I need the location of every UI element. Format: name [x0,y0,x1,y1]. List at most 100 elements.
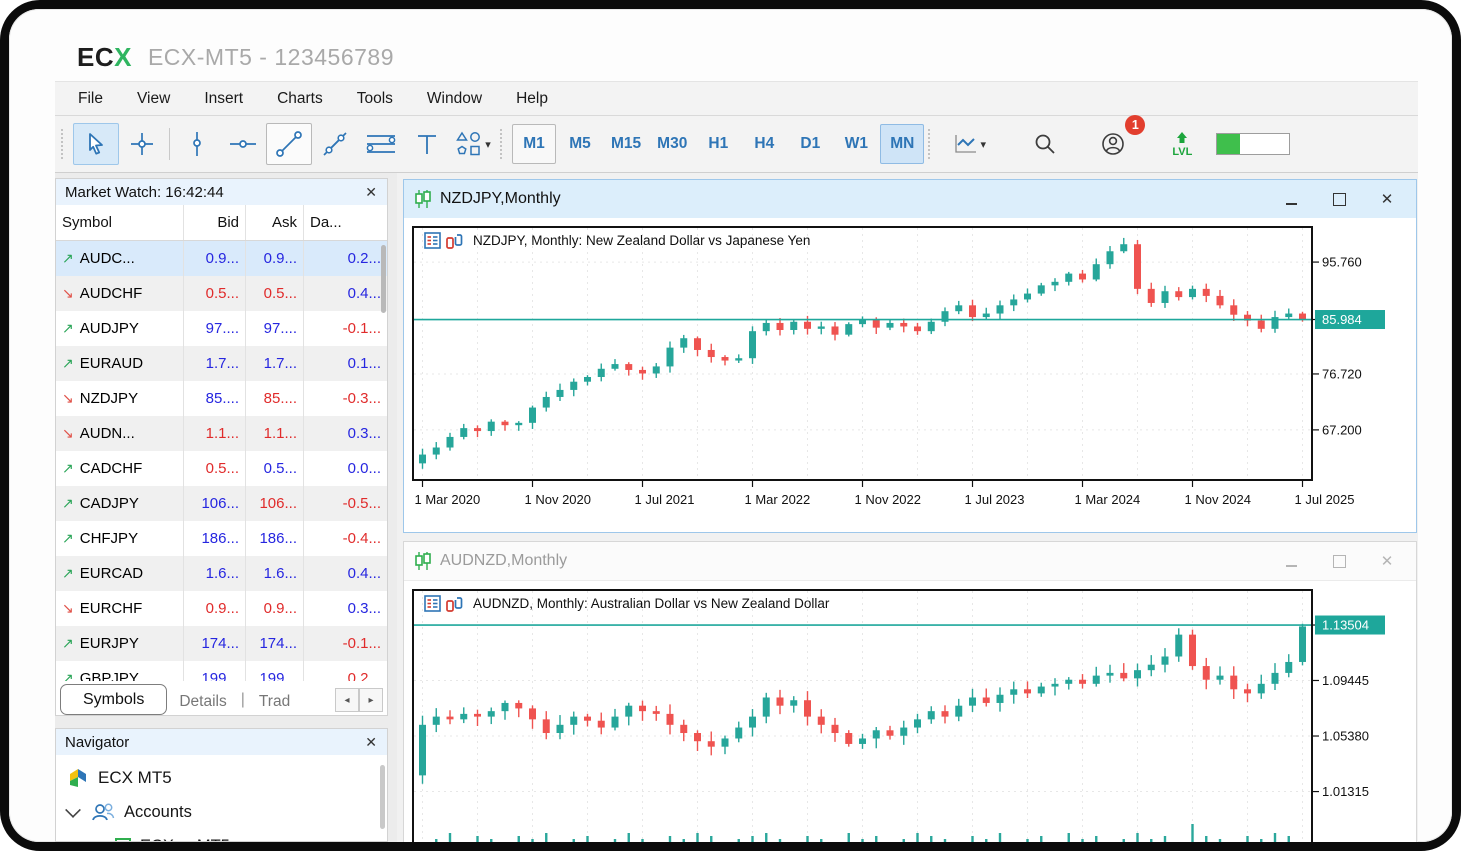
candlestick-chart-audnzd[interactable]: 1.135041.094451.053801.01315 [412,589,1408,842]
column-header-ask[interactable]: Ask [246,205,304,240]
toolbar-grip[interactable] [500,129,507,159]
menu-item-file[interactable]: File [61,85,120,113]
timeframe-button-m5[interactable]: M5 [558,124,602,164]
shapes-tool-button[interactable]: ▾ [450,123,496,165]
report-icon[interactable] [424,595,441,612]
menu-item-view[interactable]: View [120,85,187,113]
minimize-button[interactable] [1280,189,1302,209]
channel-tool-button[interactable] [312,123,358,165]
lvl-button[interactable]: LVL [1162,123,1202,165]
close-button[interactable]: ✕ [1376,551,1398,571]
navigator-item-accounts[interactable]: Accounts [56,795,387,829]
chart-window-titlebar[interactable]: AUDNZD,Monthly ✕ [404,542,1416,581]
window-title: ECX-MT5 - 123456789 [148,44,394,71]
symbol-label: AUDJPY [80,320,139,337]
bid-value: 186... [184,521,246,556]
svg-text:1 Mar 2020: 1 Mar 2020 [415,492,481,507]
tab-symbols[interactable]: Symbols [60,684,167,715]
maximize-button[interactable] [1328,551,1350,571]
market-watch-scrollbar[interactable] [381,245,386,313]
chg-value: 0.0... [304,451,387,486]
column-header-da[interactable]: Da... [304,205,387,240]
bar-chart-icon[interactable] [446,232,463,249]
account-icon [114,837,132,841]
bid-value: 97.... [184,311,246,346]
community-button[interactable]: 1 [1090,123,1136,165]
horizontal-line-tool-button[interactable] [220,123,266,165]
navigator-scrollbar[interactable] [380,765,385,829]
market-row-chfjpy[interactable]: ↗CHFJPY186...186...-0.4... [56,521,387,556]
timeframe-button-m15[interactable]: M15 [604,124,648,164]
toolbar: ▾ M1M5M15M30H1H4D1W1MN ▾ [55,116,1418,173]
maximize-button[interactable] [1328,189,1350,209]
market-watch-tabs: SymbolsDetails|Trad◂▸ [56,681,387,715]
svg-text:76.720: 76.720 [1322,366,1362,381]
market-row-euraud[interactable]: ↗EURAUD1.7...1.7...0.1... [56,346,387,381]
timeframe-button-m1[interactable]: M1 [512,124,556,164]
cursor-tool-button[interactable] [73,123,119,165]
menu-item-window[interactable]: Window [410,85,499,113]
timeframe-button-w1[interactable]: W1 [834,124,878,164]
market-row-audn[interactable]: ↘AUDN...1.1...1.1...0.3... [56,416,387,451]
navigator-item-account[interactable]: ECX ... MT5 [56,829,387,841]
close-icon[interactable]: ✕ [363,184,379,201]
timeframe-button-mn[interactable]: MN [880,124,924,164]
toolbar-grip[interactable] [928,129,935,159]
symbol-label: EURCAD [80,565,143,582]
tab-details[interactable]: Details [167,689,238,715]
chart-window-audnzd: AUDNZD,Monthly ✕ [403,541,1417,842]
chevron-down-icon[interactable] [65,802,81,818]
timeframe-button-h4[interactable]: H4 [742,124,786,164]
connection-progress-bar [1216,133,1290,155]
ask-value: 174... [246,626,304,661]
fibonacci-tool-button[interactable] [358,123,404,165]
toolbar-grip[interactable] [61,129,68,159]
market-row-audjpy[interactable]: ↗AUDJPY97....97....-0.1... [56,311,387,346]
menu-item-charts[interactable]: Charts [260,85,340,113]
chart-window-title: NZDJPY,Monthly [440,190,561,208]
svg-text:1 Nov 2024: 1 Nov 2024 [1185,492,1252,507]
candlestick-icon [414,189,432,209]
timeframe-button-m30[interactable]: M30 [650,124,694,164]
close-icon[interactable]: ✕ [363,734,379,751]
timeframe-button-h1[interactable]: H1 [696,124,740,164]
market-row-audc[interactable]: ↗AUDC...0.9...0.9...0.2... [56,241,387,276]
search-button[interactable] [1022,123,1068,165]
chart-window-title: AUDNZD,Monthly [440,552,567,570]
device-frame: ECX ECX-MT5 - 123456789 FileViewInsertCh… [0,0,1461,851]
column-header-bid[interactable]: Bid [184,205,246,240]
tab-scroll-right[interactable]: ▸ [359,688,383,712]
trend-up-icon: ↗ [62,355,74,372]
crosshair-icon [128,130,156,158]
market-row-eurcad[interactable]: ↗EURCAD1.6...1.6...0.4... [56,556,387,591]
line-chart-icon [953,132,979,156]
menu-item-tools[interactable]: Tools [340,85,410,113]
market-row-nzdjpy[interactable]: ↘NZDJPY85....85....-0.3... [56,381,387,416]
bar-chart-icon[interactable] [446,595,463,612]
menu-item-help[interactable]: Help [499,85,565,113]
market-row-audchf[interactable]: ↘AUDCHF0.5...0.5...0.4... [56,276,387,311]
report-icon[interactable] [424,232,441,249]
text-tool-button[interactable] [404,123,450,165]
minimize-button[interactable] [1280,551,1302,571]
trendline-tool-button[interactable] [266,123,312,165]
candlestick-icon [414,551,432,571]
close-button[interactable]: ✕ [1376,189,1398,209]
crosshair-tool-button[interactable] [119,123,165,165]
tab-trad[interactable]: Trad [247,689,302,715]
navigator-root-item[interactable]: ECX MT5 [56,761,387,795]
indicators-button[interactable]: ▾ [940,123,998,165]
timeframe-button-d1[interactable]: D1 [788,124,832,164]
market-row-cadjpy[interactable]: ↗CADJPY106...106...-0.5... [56,486,387,521]
market-row-eurjpy[interactable]: ↗EURJPY174...174...-0.1... [56,626,387,661]
candlestick-chart-nzdjpy[interactable]: 95.76085.98476.72067.2001 Mar 20201 Nov … [412,226,1408,532]
chart-window-titlebar[interactable]: NZDJPY,Monthly ✕ [404,180,1416,218]
tab-scroll-left[interactable]: ◂ [335,688,359,712]
horizontal-line-icon [228,136,258,152]
menu-item-insert[interactable]: Insert [187,85,260,113]
vertical-line-tool-button[interactable] [174,123,220,165]
lvl-icon: LVL [1172,131,1192,158]
market-row-eurchf[interactable]: ↘EURCHF0.9...0.9...0.3... [56,591,387,626]
column-header-symbol[interactable]: Symbol [56,205,184,240]
market-row-cadchf[interactable]: ↗CADCHF0.5...0.5...0.0... [56,451,387,486]
